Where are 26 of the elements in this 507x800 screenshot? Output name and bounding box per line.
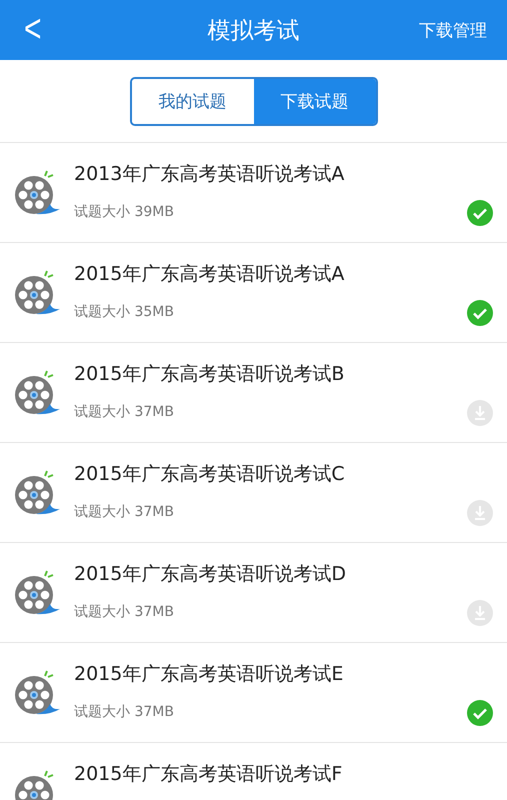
exam-size: 试题大小 37MB xyxy=(74,703,175,721)
exam-title: 2015年广东高考英语听说考试C xyxy=(74,462,346,487)
exam-title: 2015年广东高考英语听说考试A xyxy=(74,262,346,287)
film-reel-icon xyxy=(14,470,60,516)
film-reel-icon xyxy=(14,170,60,216)
exam-size: 试题大小 39MB xyxy=(74,203,175,221)
exam-title: 2015年广东高考英语听说考试F xyxy=(74,762,344,787)
film-reel-icon xyxy=(14,270,60,316)
film-reel-icon xyxy=(14,370,60,416)
exam-title: 2015年广东高考英语听说考试E xyxy=(74,662,344,687)
page-title: 模拟考试 xyxy=(208,16,300,46)
download-manager-button[interactable]: 下载管理 xyxy=(419,18,487,42)
tab[interactable]: 下载试题 xyxy=(254,78,376,124)
check-icon[interactable] xyxy=(467,700,493,726)
exam-title: 2015年广东高考英语听说考试D xyxy=(74,562,347,587)
check-icon[interactable] xyxy=(467,300,493,326)
back-button[interactable]: < xyxy=(18,8,48,52)
exam-size: 试题大小 37MB xyxy=(74,403,175,421)
exam-size: 试题大小 37MB xyxy=(74,603,175,621)
exam-title: 2015年广东高考英语听说考试B xyxy=(74,362,346,387)
check-icon[interactable] xyxy=(467,200,493,226)
film-reel-icon xyxy=(14,570,60,616)
exam-size: 试题大小 35MB xyxy=(74,303,175,321)
film-reel-icon xyxy=(14,670,60,716)
exam-size: 试题大小 37MB xyxy=(74,503,175,521)
exam-title: 2013年广东高考英语听说考试A xyxy=(74,162,346,187)
